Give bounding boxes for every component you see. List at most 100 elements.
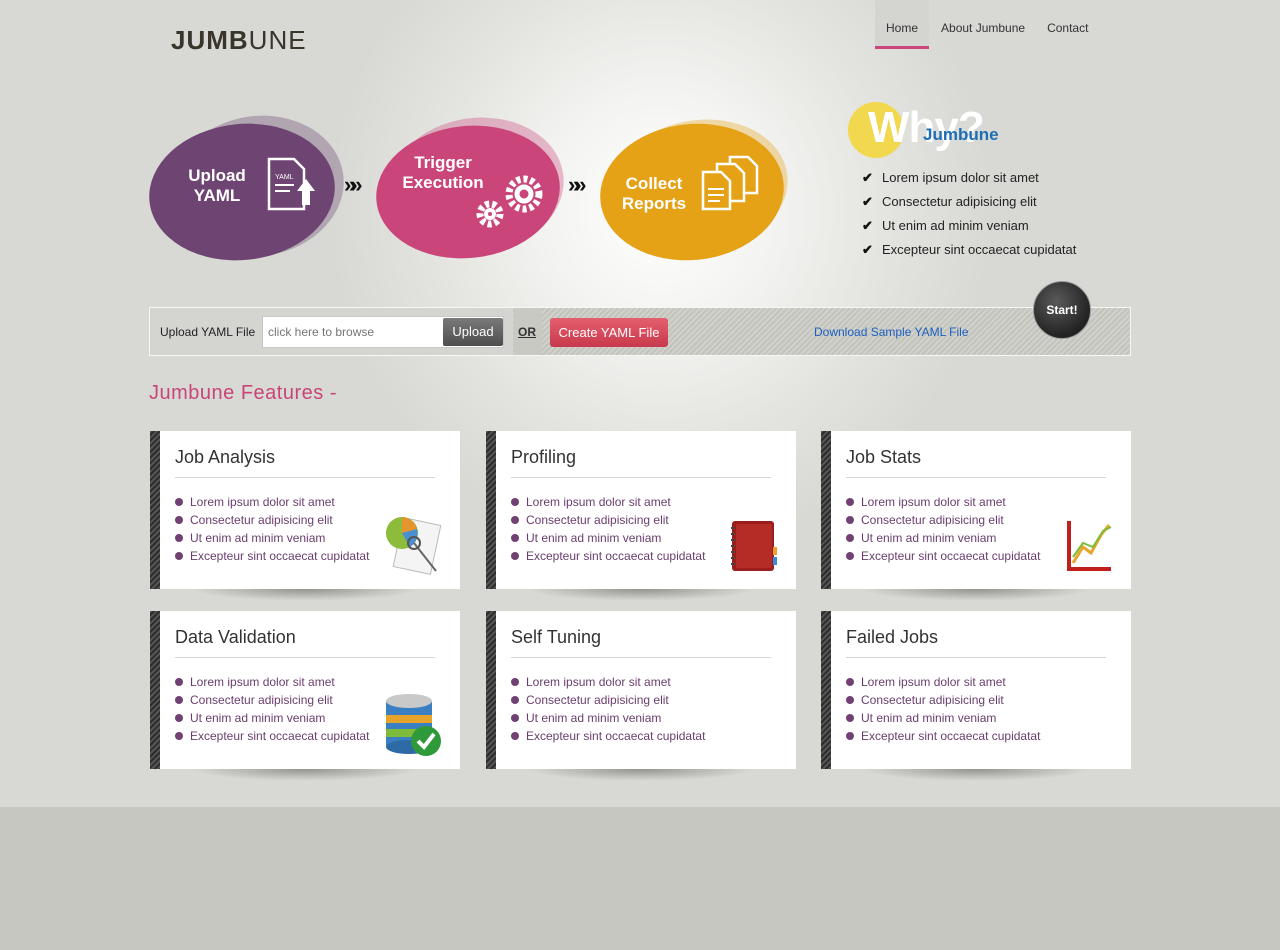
jumbune-logo[interactable]: JUMBUNE	[171, 26, 307, 54]
feature-card-job-stats[interactable]: Job Stats Lorem ipsum dolor sit amet Con…	[821, 431, 1131, 589]
top-navigation: Home About Jumbune Contact	[875, 0, 1099, 49]
why-list-item: ✔ Consectetur adipisicing elit	[862, 192, 1076, 216]
logo-rest-part: UNE	[248, 25, 307, 55]
list-item: Consectetur adipisicing elit	[511, 691, 705, 709]
feature-list: Lorem ipsum dolor sit amet Consectetur a…	[846, 493, 1040, 565]
list-item: Excepteur sint occaecat cupidatat	[511, 727, 705, 745]
list-item: Ut enim ad minim veniam	[511, 709, 705, 727]
card-divider	[511, 657, 771, 658]
list-item: Lorem ipsum dolor sit amet	[175, 493, 369, 511]
collect-label-line1: Collect	[625, 174, 683, 193]
card-stripe	[150, 611, 160, 769]
card-divider	[175, 657, 435, 658]
checkmark-icon: ✔	[862, 242, 873, 257]
line-graph-icon	[1067, 521, 1112, 571]
feature-title: Failed Jobs	[846, 627, 939, 647]
create-yaml-file-button[interactable]: Create YAML File	[550, 318, 668, 347]
card-shadow	[190, 589, 420, 601]
card-divider	[846, 477, 1106, 478]
feature-card-data-validation[interactable]: Data Validation Lorem ipsum dolor sit am…	[150, 611, 460, 769]
upload-button[interactable]: Upload	[443, 318, 503, 346]
or-link[interactable]: OR	[518, 325, 536, 339]
card-stripe	[821, 611, 831, 769]
list-item: Ut enim ad minim veniam	[846, 529, 1040, 547]
why-item-text: Lorem ipsum dolor sit amet	[882, 170, 1039, 185]
why-item-text: Ut enim ad minim veniam	[882, 218, 1029, 233]
card-divider	[511, 477, 771, 478]
logo-bold-part: JUMB	[171, 25, 249, 55]
yaml-icon-text: YAML	[275, 174, 294, 181]
process-arrow-1: »»	[344, 172, 363, 197]
list-item: Lorem ipsum dolor sit amet	[846, 493, 1040, 511]
card-divider	[846, 657, 1106, 658]
feature-list: Lorem ipsum dolor sit amet Consectetur a…	[846, 673, 1040, 745]
nav-about-jumbune[interactable]: About Jumbune	[930, 0, 1036, 49]
upload-label-line2: YAML	[193, 186, 241, 205]
card-stripe	[486, 431, 496, 589]
pie-chart-report-icon	[386, 517, 442, 575]
list-item: Ut enim ad minim veniam	[175, 529, 369, 547]
card-shadow	[861, 589, 1091, 601]
gears-icon	[476, 175, 543, 228]
checkmark-icon: ✔	[862, 194, 873, 209]
nav-contact[interactable]: Contact	[1036, 0, 1099, 49]
feature-title: Data Validation	[175, 627, 296, 647]
upload-yaml-file-label: Upload YAML File	[160, 325, 256, 339]
feature-card-profiling[interactable]: Profiling Lorem ipsum dolor sit amet Con…	[486, 431, 796, 589]
why-list-item: ✔ Lorem ipsum dolor sit amet	[862, 168, 1076, 192]
feature-list: Lorem ipsum dolor sit amet Consectetur a…	[511, 493, 705, 565]
feature-title: Job Stats	[846, 447, 922, 467]
list-item: Consectetur adipisicing elit	[175, 691, 369, 709]
collect-label-line2: Reports	[621, 194, 687, 213]
feature-card-self-tuning[interactable]: Self Tuning Lorem ipsum dolor sit amet C…	[486, 611, 796, 769]
feature-title: Self Tuning	[511, 627, 602, 647]
card-stripe	[486, 611, 496, 769]
why-list-item: ✔ Excepteur sint occaecat cupidatat	[862, 240, 1076, 264]
features-title: Jumbune Features -	[149, 382, 337, 404]
list-item: Excepteur sint occaecat cupidatat	[175, 547, 369, 565]
list-item: Lorem ipsum dolor sit amet	[511, 673, 705, 691]
upload-yaml-label: Upload YAML	[182, 166, 252, 206]
start-button[interactable]: Start!	[1033, 281, 1091, 339]
why-list-item: ✔ Ut enim ad minim veniam	[862, 216, 1076, 240]
feature-title: Profiling	[511, 447, 577, 467]
feature-card-failed-jobs[interactable]: Failed Jobs Lorem ipsum dolor sit amet C…	[821, 611, 1131, 769]
list-item: Ut enim ad minim veniam	[175, 709, 369, 727]
list-item: Consectetur adipisicing elit	[846, 691, 1040, 709]
process-arrow-2: »»	[568, 172, 587, 197]
upload-bar: Upload YAML File Upload OR Create YAML F…	[149, 307, 1131, 356]
nav-home[interactable]: Home	[875, 0, 930, 49]
feature-list: Lorem ipsum dolor sit amet Consectetur a…	[175, 493, 369, 565]
why-item-text: Consectetur adipisicing elit	[882, 194, 1037, 209]
list-item: Consectetur adipisicing elit	[846, 511, 1040, 529]
list-item: Excepteur sint occaecat cupidatat	[846, 547, 1040, 565]
list-item: Lorem ipsum dolor sit amet	[511, 493, 705, 511]
notebook-icon	[731, 521, 777, 571]
list-item: Ut enim ad minim veniam	[846, 709, 1040, 727]
download-sample-yaml-link[interactable]: Download Sample YAML File	[814, 325, 969, 339]
feature-card-job-analysis[interactable]: Job Analysis Lorem ipsum dolor sit amet …	[150, 431, 460, 589]
main-area: JUMBUNE Home About Jumbune Contact Uploa…	[0, 0, 1280, 807]
upload-label-line1: Upload	[188, 166, 246, 185]
list-item: Lorem ipsum dolor sit amet	[846, 673, 1040, 691]
why-list: ✔ Lorem ipsum dolor sit amet ✔ Consectetur…	[862, 168, 1076, 264]
feature-list: Lorem ipsum dolor sit amet Consectetur a…	[175, 673, 369, 745]
list-item: Excepteur sint occaecat cupidatat	[175, 727, 369, 745]
feature-list: Lorem ipsum dolor sit amet Consectetur a…	[511, 673, 705, 745]
checkmark-icon: ✔	[862, 170, 873, 185]
list-item: Excepteur sint occaecat cupidatat	[846, 727, 1040, 745]
why-item-text: Excepteur sint occaecat cupidatat	[882, 242, 1077, 257]
list-item: Consectetur adipisicing elit	[175, 511, 369, 529]
list-item: Excepteur sint occaecat cupidatat	[511, 547, 705, 565]
card-shadow	[861, 769, 1091, 781]
list-item: Lorem ipsum dolor sit amet	[175, 673, 369, 691]
why-subtitle: Jumbune	[923, 125, 999, 144]
card-stripe	[821, 431, 831, 589]
list-item: Ut enim ad minim veniam	[511, 529, 705, 547]
yaml-upload-icon: YAML	[267, 157, 315, 211]
card-shadow	[526, 589, 756, 601]
card-stripe	[150, 431, 160, 589]
card-shadow	[190, 769, 420, 781]
footer-area	[0, 807, 1280, 950]
card-shadow	[526, 769, 756, 781]
